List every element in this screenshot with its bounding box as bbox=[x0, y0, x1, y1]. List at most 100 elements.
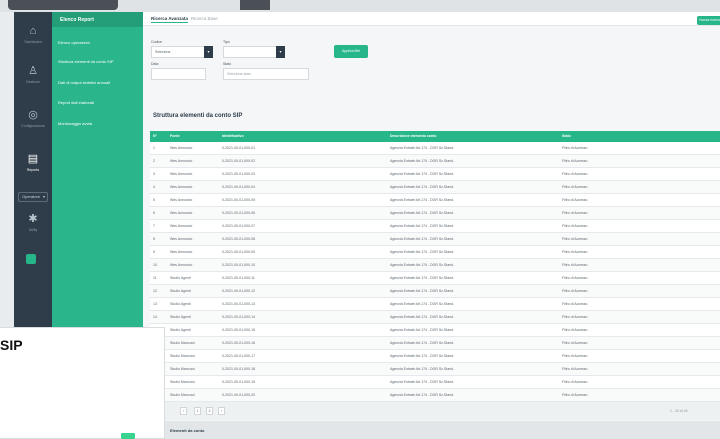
codice-select-value: Seleziona bbox=[155, 50, 171, 54]
table-row[interactable]: 16Studio Marcucci0-2021-00-01-000-16Agen… bbox=[150, 337, 720, 350]
table-cell: Filtro di Accesso bbox=[562, 159, 588, 163]
nav-item-dashboard[interactable]: ⌂ Dashboard bbox=[14, 18, 52, 52]
new-search-button[interactable]: Nuova ricerca bbox=[697, 16, 720, 25]
page-prev-button[interactable]: ‹ bbox=[180, 407, 187, 415]
lower-section-bar: Elementi da conto bbox=[150, 421, 720, 439]
table-cell: Filtro di Accesso bbox=[562, 172, 588, 176]
table-cell: Filtro di Accesso bbox=[562, 224, 588, 228]
overlay-action-button[interactable] bbox=[121, 433, 135, 439]
table-row[interactable]: 15Studio Agenti0-2021-00-01-000-15Agenzi… bbox=[150, 324, 720, 337]
table-row[interactable]: 1 Wes Annunzio 0-2021-00-01-000-01 Agenzia … bbox=[150, 142, 720, 155]
submenu-item[interactable]: Elenco operazioni bbox=[58, 40, 90, 45]
chevron-down-icon: ▾ bbox=[42, 194, 45, 199]
table-cell: 0-2021-00-01-000-06 bbox=[222, 211, 256, 215]
submenu-item[interactable]: Report dati elaborati bbox=[58, 100, 94, 105]
tipo-select[interactable]: ▾ bbox=[223, 46, 285, 58]
operator-select[interactable]: Operatore ▾ bbox=[18, 192, 48, 202]
table-row[interactable]: 12 Studio Agenti 0-2021-00-01-000-12 Agenzi… bbox=[150, 285, 720, 298]
table-header: N° Fonte Identificativo Descrizione elem… bbox=[150, 131, 720, 142]
tab-ricerca-avanzata[interactable]: Ricerca Avanzata bbox=[151, 16, 188, 23]
table-cell: 0-2021-00-01-000-04 bbox=[222, 185, 256, 189]
table-row[interactable]: 2 Wes Annunzio 0-2021-00-01-000-02 Agenzia … bbox=[150, 155, 720, 168]
nav-item-utility[interactable]: ✱ Utility bbox=[14, 206, 52, 240]
column-header[interactable]: Identificativo bbox=[222, 134, 244, 138]
table-row[interactable]: 14 Studio Agenti 0-2021-00-01-000-14 Agenzi… bbox=[150, 311, 720, 324]
lower-section-title[interactable]: Elementi da conto bbox=[170, 428, 204, 433]
table-cell: 0-2021-00-01-000-17 bbox=[222, 354, 256, 358]
table-cell: 0-2021-00-01-000-20 bbox=[222, 393, 256, 397]
stato-label: Stato bbox=[223, 62, 232, 66]
tab-ricerca-base[interactable]: Ricerca Base bbox=[191, 16, 218, 21]
submenu-title: Elenco Report bbox=[60, 17, 94, 23]
table-row[interactable]: 10 Wes Annunzio 0-2021-00-01-000-10 Agenzia… bbox=[150, 259, 720, 272]
codice-select[interactable]: Seleziona ▾ bbox=[151, 46, 213, 58]
table-cell: Filtro di Accesso bbox=[562, 302, 588, 306]
table-cell: Studio Marcucci bbox=[170, 393, 195, 397]
table-row[interactable]: 6 Wes Annunzio 0-2021-00-01-000-06 Agenzia … bbox=[150, 207, 720, 220]
page-button[interactable]: 1 bbox=[194, 407, 201, 415]
table-row[interactable]: 5 Wes Annunzio 0-2021-00-01-000-05 Agenzia … bbox=[150, 194, 720, 207]
tipo-label: Tipo bbox=[223, 40, 230, 44]
table-row[interactable]: 3 Wes Annunzio 0-2021-00-01-000-03 Agenzia … bbox=[150, 168, 720, 181]
table-cell: Agenzia Entrate Art.174 - DGR Sz.Stand. bbox=[390, 315, 455, 319]
page-next-button[interactable]: › bbox=[218, 407, 225, 415]
table-cell: 5 bbox=[153, 198, 155, 202]
chevron-down-icon: ▾ bbox=[204, 46, 213, 58]
table-cell: 0-2021-00-01-000-15 bbox=[222, 328, 256, 332]
submenu-item[interactable]: Monitoraggio avvisi bbox=[58, 121, 92, 126]
table-cell: Agenzia Entrate Art.174 - DGR Sz.Stand. bbox=[390, 185, 455, 189]
status-indicator[interactable] bbox=[26, 254, 36, 264]
apply-filters-button[interactable]: Applica filtri bbox=[334, 45, 368, 58]
operator-select-label: Operatore bbox=[22, 194, 41, 199]
pagination-summary: 1 - 20 di 45 bbox=[670, 409, 688, 413]
column-header[interactable]: N° bbox=[153, 134, 157, 138]
table-cell: 3 bbox=[153, 172, 155, 176]
table-cell: Wes Annunzio bbox=[170, 159, 193, 163]
nav-item-gestione[interactable]: ♙ Gestione bbox=[14, 58, 52, 92]
table-cell: Filtro di Accesso bbox=[562, 276, 588, 280]
table-row[interactable]: 17Studio Marcucci0-2021-00-01-000-17Agen… bbox=[150, 350, 720, 363]
table-cell: Wes Annunzio bbox=[170, 224, 193, 228]
column-header[interactable]: Stato bbox=[562, 134, 571, 138]
table-cell: Agenzia Entrate Art.174 - DGR Sz.Stand. bbox=[390, 172, 455, 176]
table-row[interactable]: 11 Studio Agenti 0-2021-00-01-000-11 Agenzi… bbox=[150, 272, 720, 285]
table-cell: 4 bbox=[153, 185, 155, 189]
nav-item-label: Utility bbox=[28, 228, 38, 232]
table-cell: 13 bbox=[153, 302, 157, 306]
submenu-item[interactable]: Dati di output sintetici annuali bbox=[58, 80, 110, 85]
table-cell: 14 bbox=[153, 315, 157, 319]
table-row[interactable]: 9 Wes Annunzio 0-2021-00-01-000-09 Agenzia … bbox=[150, 246, 720, 259]
table-cell: Wes Annunzio bbox=[170, 263, 193, 267]
nav-item-label: Dashboard bbox=[24, 40, 42, 44]
table-row[interactable]: 7 Wes Annunzio 0-2021-00-01-000-07 Agenzia … bbox=[150, 220, 720, 233]
background-window-bar bbox=[8, 0, 118, 10]
page-title: Struttura elementi da conto SIP bbox=[153, 113, 243, 119]
stato-input[interactable]: Seleziona stato bbox=[223, 68, 309, 80]
table-cell: Filtro di Accesso bbox=[562, 315, 588, 319]
nav-item-reports[interactable]: ▤ Reports bbox=[14, 146, 52, 180]
table-row[interactable]: 13 Studio Agenti 0-2021-00-01-000-13 Agenzi… bbox=[150, 298, 720, 311]
submenu-item[interactable]: Struttura elementi da conto SIP bbox=[58, 59, 114, 64]
table-cell: Agenzia Entrate Art.174 - DGR Sz.Stand. bbox=[390, 250, 455, 254]
page-button[interactable]: 2 bbox=[206, 407, 213, 415]
column-header[interactable]: Descrizione elemento conto bbox=[390, 134, 436, 138]
table-row[interactable]: 8 Wes Annunzio 0-2021-00-01-000-08 Agenzia … bbox=[150, 233, 720, 246]
nav-item-configurazione[interactable]: ◎ Configurazione bbox=[14, 102, 52, 136]
table-row[interactable]: 18Studio Marcucci0-2021-00-01-000-18Agen… bbox=[150, 363, 720, 376]
column-header[interactable]: Fonte bbox=[170, 134, 180, 138]
table-row[interactable]: 20Studio Marcucci0-2021-00-01-000-20Agen… bbox=[150, 389, 720, 402]
table-cell: 6 bbox=[153, 211, 155, 215]
table-cell: Filtro di Accesso bbox=[562, 289, 588, 293]
data-input[interactable] bbox=[151, 68, 206, 80]
table-row[interactable]: 4 Wes Annunzio 0-2021-00-01-000-04 Agenzia … bbox=[150, 181, 720, 194]
report-submenu: Elenco Report Elenco operazioni Struttur… bbox=[52, 12, 143, 327]
table-cell: Agenzia Entrate Art.174 - DGR Sz.Stand. bbox=[390, 328, 455, 332]
data-label: Data bbox=[151, 62, 159, 66]
table-cell: Agenzia Entrate Art.174 - DGR Sz.Stand. bbox=[390, 237, 455, 241]
table-cell: Agenzia Entrate Art.174 - DGR Sz.Stand. bbox=[390, 302, 455, 306]
table-cell: Agenzia Entrate Art.174 - DGR Sz.Stand. bbox=[390, 393, 455, 397]
nav-item-label: Reports bbox=[26, 168, 40, 172]
settings-icon: ◎ bbox=[28, 109, 38, 121]
table-cell: Filtro di Accesso bbox=[562, 341, 588, 345]
table-row[interactable]: 19Studio Marcucci0-2021-00-01-000-19Agen… bbox=[150, 376, 720, 389]
